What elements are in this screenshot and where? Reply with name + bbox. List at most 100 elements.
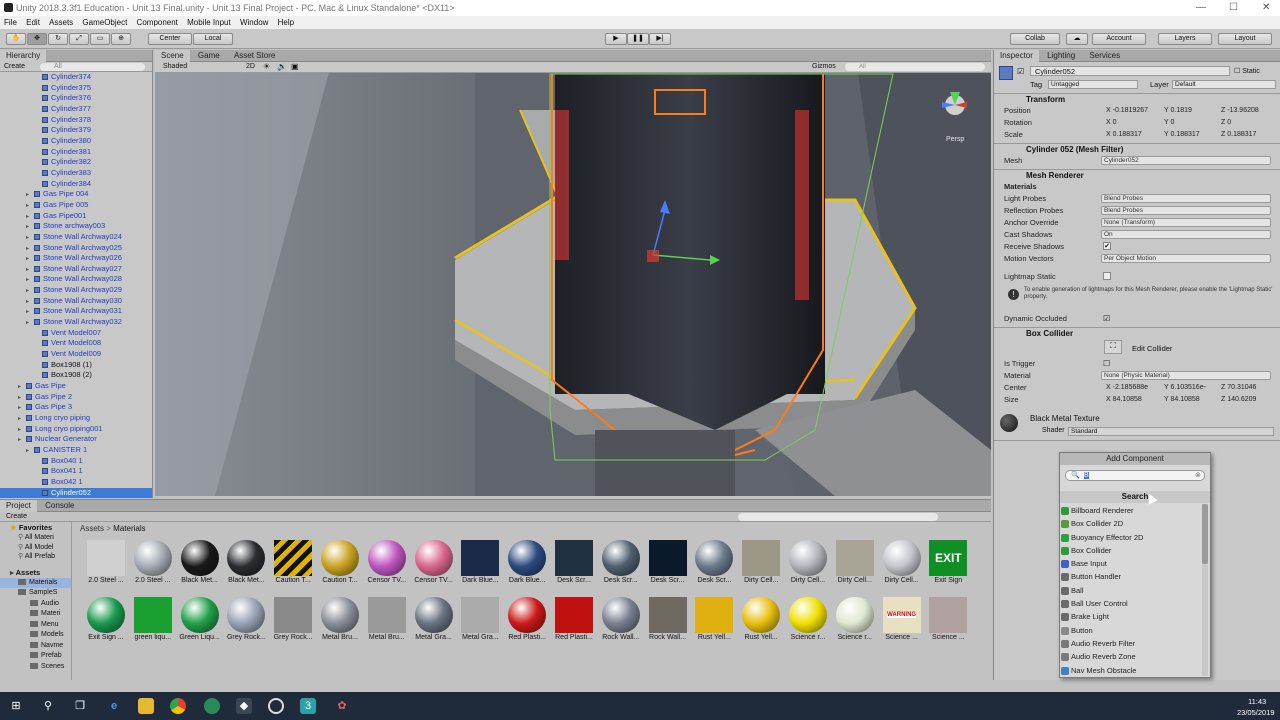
position-y[interactable]: 0.1819: [1171, 107, 1192, 114]
step-button[interactable]: ▶|: [649, 33, 671, 45]
play-button[interactable]: ▶: [605, 33, 627, 45]
app-fish-icon[interactable]: ✿: [334, 698, 350, 714]
folder-item[interactable]: SampleS: [0, 588, 71, 599]
maximize-icon[interactable]: ☐: [1229, 0, 1238, 16]
hierarchy-item[interactable]: ▸ Gas Pipe 005: [0, 200, 152, 211]
material-asset[interactable]: Metal Bru...: [318, 597, 362, 643]
assets-root[interactable]: ▸ Assets: [0, 567, 71, 578]
material-asset[interactable]: Censor TV...: [365, 540, 409, 586]
hierarchy-item[interactable]: ▸ Stone Wall Archway025: [0, 243, 152, 254]
edge-icon[interactable]: e: [106, 698, 122, 714]
transform-component-header[interactable]: Transform: [994, 93, 1280, 105]
add-component-item[interactable]: Audio Reverb Filter: [1060, 637, 1200, 650]
layer-dropdown[interactable]: Default: [1172, 80, 1276, 89]
rotate-tool-button[interactable]: ↻: [48, 33, 68, 45]
folder-item[interactable]: Menu: [0, 620, 71, 631]
hierarchy-item[interactable]: ▸ Gas Pipe 004: [0, 189, 152, 200]
menu-assets[interactable]: Assets: [49, 18, 73, 27]
rotation-x[interactable]: 0: [1113, 119, 1117, 126]
menu-file[interactable]: File: [4, 18, 17, 27]
hierarchy-item[interactable]: ▸ Stone Wall Archway026: [0, 253, 152, 264]
add-component-title[interactable]: Add Component: [1060, 453, 1210, 465]
edit-collider-button[interactable]: ⛶: [1104, 340, 1122, 354]
material-asset[interactable]: Dirty Cell...: [880, 540, 924, 586]
material-asset[interactable]: Desk Scr...: [599, 540, 643, 586]
hierarchy-item[interactable]: ▸ Stone Wall Archway032: [0, 317, 152, 328]
file-explorer-icon[interactable]: [138, 698, 154, 714]
is-trigger-checkbox[interactable]: ☐: [1103, 358, 1110, 369]
mesh-renderer-dropdown[interactable]: Blend Probes: [1101, 194, 1271, 203]
hierarchy-item[interactable]: Box040 1: [0, 456, 152, 467]
active-checkbox[interactable]: ☑: [1017, 67, 1024, 76]
collider-material-field[interactable]: None (Physic Material): [1101, 371, 1271, 380]
material-asset[interactable]: Grey Rock...: [271, 597, 315, 643]
material-asset[interactable]: Grey Rock...: [224, 597, 268, 643]
hierarchy-item[interactable]: ▸ Stone Wall Archway031: [0, 306, 152, 317]
hierarchy-item[interactable]: ▸ Stone archway003: [0, 221, 152, 232]
add-component-item[interactable]: Audio Reverb Zone: [1060, 650, 1200, 663]
material-asset[interactable]: Dark Blue...: [505, 540, 549, 586]
clock-time[interactable]: 11:43: [1248, 697, 1266, 706]
hierarchy-item[interactable]: Box1908 (2): [0, 370, 152, 381]
material-asset[interactable]: Rock Wall...: [646, 597, 690, 643]
tab-console[interactable]: Console: [39, 500, 80, 512]
scene-view[interactable]: Persp: [155, 50, 991, 496]
add-component-item[interactable]: Base Input: [1060, 557, 1200, 570]
static-checkbox[interactable]: ☐ Static: [1234, 67, 1260, 75]
hierarchy-item[interactable]: Vent Model007: [0, 328, 152, 339]
material-asset[interactable]: Metal Bru...: [365, 597, 409, 643]
scene-search-input[interactable]: All: [845, 63, 985, 71]
cloud-icon[interactable]: ☁: [1066, 33, 1088, 45]
menu-help[interactable]: Help: [278, 18, 294, 27]
folder-item[interactable]: Materials: [0, 577, 71, 588]
add-component-item[interactable]: Nav Mesh Obstacle: [1060, 664, 1200, 677]
material-asset[interactable]: Rock Wall...: [599, 597, 643, 643]
hierarchy-item[interactable]: Cylinder376: [0, 93, 152, 104]
mesh-filter-component-header[interactable]: Cylinder 052 (Mesh Filter): [994, 143, 1280, 155]
hierarchy-item[interactable]: Cylinder382: [0, 157, 152, 168]
hierarchy-item[interactable]: ▸ Stone Wall Archway030: [0, 296, 152, 307]
menu-window[interactable]: Window: [240, 18, 268, 27]
center-z[interactable]: 70.31046: [1227, 384, 1256, 391]
material-asset[interactable]: Desk Scr...: [646, 540, 690, 586]
position-x[interactable]: -0.1819267: [1113, 107, 1148, 114]
add-component-item[interactable]: Button Handler: [1060, 570, 1200, 583]
menu-mobile-input[interactable]: Mobile Input: [187, 18, 231, 27]
favorite-item[interactable]: ⚲ All Model: [0, 543, 71, 553]
shader-dropdown[interactable]: Standard: [1068, 427, 1274, 436]
hierarchy-item[interactable]: ▸ Gas Pipe 2: [0, 392, 152, 403]
menu-component[interactable]: Component: [137, 18, 178, 27]
rotation-y[interactable]: 0: [1171, 119, 1175, 126]
material-asset[interactable]: Desk Scr...: [692, 540, 736, 586]
breadcrumb-materials[interactable]: Materials: [113, 524, 145, 533]
material-asset[interactable]: Dark Blue...: [458, 540, 502, 586]
hierarchy-item[interactable]: Cylinder380: [0, 136, 152, 147]
persp-label[interactable]: Persp: [946, 136, 964, 143]
hierarchy-search-input[interactable]: All: [40, 63, 145, 71]
add-component-item[interactable]: Ball User Control: [1060, 597, 1200, 610]
add-component-item[interactable]: Box Collider 2D: [1060, 517, 1200, 530]
hierarchy-item[interactable]: Cylinder375: [0, 83, 152, 94]
task-view-icon[interactable]: ❐: [72, 698, 88, 714]
minimize-icon[interactable]: —: [1196, 0, 1206, 16]
hand-tool-button[interactable]: ✋: [6, 33, 26, 45]
hierarchy-item[interactable]: ▸ Stone Wall Archway027: [0, 264, 152, 275]
folder-item[interactable]: Prefab: [0, 651, 71, 662]
breadcrumb-assets[interactable]: Assets: [80, 524, 104, 533]
material-asset[interactable]: Caution T...: [271, 540, 315, 586]
app-teal-icon[interactable]: 3: [300, 698, 316, 714]
tab-game[interactable]: Game: [192, 50, 226, 62]
center-x[interactable]: -2.185688e: [1113, 384, 1148, 391]
audio-toggle-icon[interactable]: 🔊: [277, 62, 287, 71]
materials-foldout[interactable]: Materials: [1004, 181, 1274, 192]
mesh-renderer-dropdown[interactable]: On: [1101, 230, 1271, 239]
hierarchy-item[interactable]: Cylinder378: [0, 115, 152, 126]
clear-search-icon[interactable]: ⊗: [1195, 471, 1201, 480]
material-asset[interactable]: Caution T...: [318, 540, 362, 586]
hierarchy-item[interactable]: Vent Model008: [0, 338, 152, 349]
material-asset[interactable]: Dirty Cell...: [739, 540, 783, 586]
folder-item[interactable]: Navme: [0, 641, 71, 652]
add-component-item[interactable]: Button: [1060, 624, 1200, 637]
gizmos-dropdown[interactable]: Gizmos: [812, 63, 836, 70]
popup-scrollbar[interactable]: [1202, 504, 1208, 676]
